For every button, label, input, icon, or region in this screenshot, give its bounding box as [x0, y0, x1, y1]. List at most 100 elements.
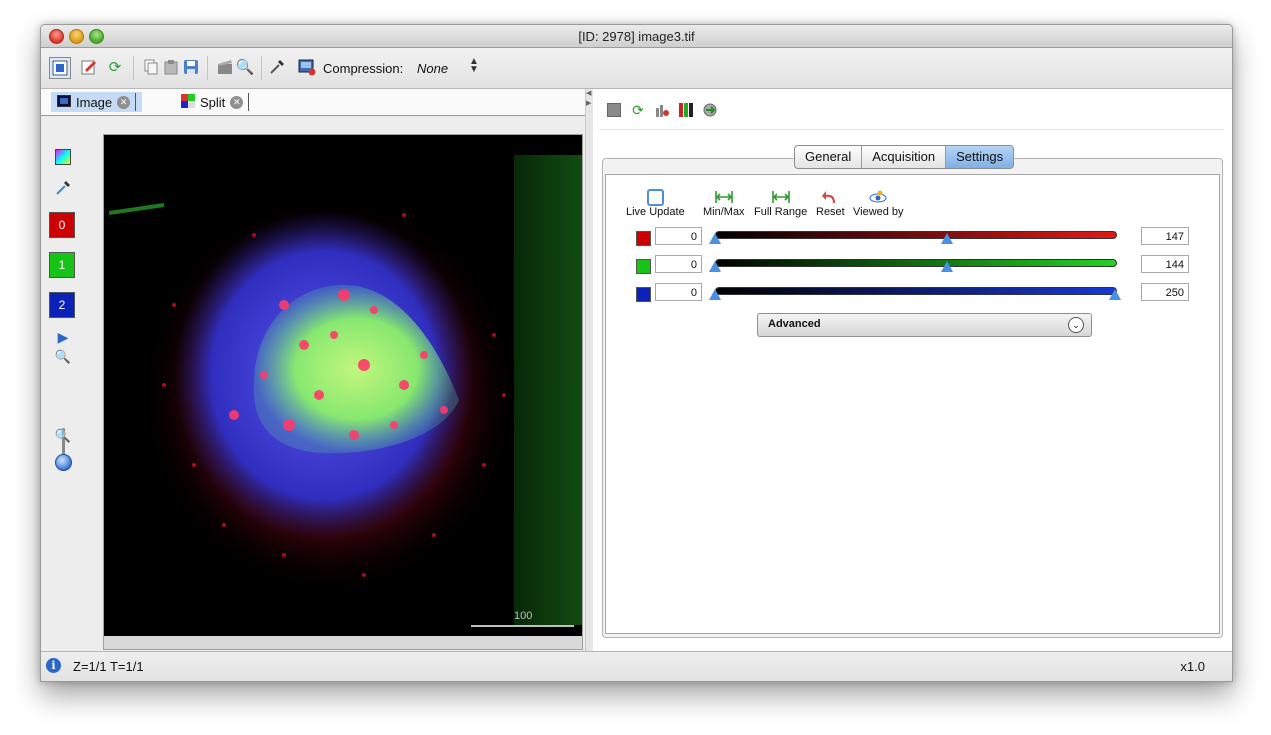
tab-divider — [135, 93, 137, 111]
tab-divider — [248, 93, 250, 111]
channel-2-range-slider[interactable] — [715, 287, 1117, 295]
color-picker-icon[interactable] — [54, 148, 72, 166]
channel-1-max-thumb[interactable] — [941, 261, 953, 272]
viewed-by-eye-icon — [853, 188, 904, 206]
metadata-tabs: General Acquisition Settings — [794, 145, 1015, 169]
channel-2-max-thumb[interactable] — [1109, 289, 1121, 300]
zoom-out-icon[interactable]: 🔍 — [54, 427, 72, 445]
channel-1-max-field[interactable]: 144 — [1141, 255, 1189, 273]
compression-icon — [297, 57, 317, 77]
image-panel: Image ✕ Split ✕ 0 1 2 ▶ 🔍 🔍 100 — [41, 89, 592, 651]
live-update-label: Live Update — [626, 206, 685, 218]
status-bar: i Z=1/1 T=1/1 x1.0 — [41, 651, 1232, 681]
renderer-panel: ⟳ General Acquisition Settings Live Upda… — [593, 89, 1232, 651]
paste-icon[interactable] — [161, 57, 181, 77]
live-update-checkbox[interactable] — [646, 188, 664, 206]
settings-content: Live Update Min/Max Full Range Reset Vie… — [605, 174, 1220, 634]
channel-0-button[interactable]: 0 — [49, 212, 75, 238]
split-tab-icon — [181, 93, 195, 111]
tab-split-label: Split — [200, 94, 226, 110]
channel-1-button[interactable]: 1 — [49, 252, 75, 278]
histogram-icon[interactable] — [653, 101, 671, 119]
minmax-icon — [703, 188, 745, 206]
channel-grid-icon[interactable] — [677, 101, 695, 119]
channel-2-max-field[interactable]: 250 — [1141, 283, 1189, 301]
eyedropper-icon[interactable] — [54, 179, 72, 197]
channel-1-min-thumb[interactable] — [709, 261, 721, 272]
reset-label: Reset — [816, 206, 845, 218]
minmax-label: Min/Max — [703, 206, 745, 218]
zoom-search-icon[interactable]: 🔍 — [235, 57, 255, 77]
expand-chevron-icon[interactable]: ⌄ — [1068, 317, 1084, 333]
pipette-icon[interactable] — [267, 57, 287, 77]
grey-square-icon[interactable] — [605, 101, 623, 119]
application-window: [ID: 2978] image3.tif ⟳ 🔍 Compression: N… — [40, 24, 1233, 682]
channel-row-0: 0 147 — [626, 227, 1192, 249]
channel-2-color-swatch[interactable] — [636, 287, 651, 302]
channel-1-min-field[interactable]: 0 — [655, 255, 702, 273]
image-canvas[interactable]: 100 — [104, 135, 582, 636]
viewer-icon[interactable] — [49, 57, 71, 79]
channel-2-button[interactable]: 2 — [49, 292, 75, 318]
main-toolbar: ⟳ 🔍 Compression: None ▲ ▼ — [41, 48, 1232, 89]
tab-image-label: Image — [76, 94, 113, 110]
tab-acquisition[interactable]: Acquisition — [862, 146, 947, 168]
advanced-section-header[interactable]: Advanced ⌄ — [757, 313, 1092, 337]
split-pane-divider[interactable]: ◀ ▶ — [585, 89, 593, 651]
image-tab-icon — [57, 94, 71, 110]
zoom-in-icon[interactable]: 🔍 — [54, 348, 72, 366]
image-tab-bar: Image ✕ Split ✕ — [41, 89, 585, 116]
z-t-position-text: Z=1/1 T=1/1 — [73, 659, 144, 674]
window-title: [ID: 2978] image3.tif — [578, 29, 695, 44]
toolbar-separator — [207, 56, 208, 80]
channel-0-max-thumb[interactable] — [941, 233, 953, 244]
viewed-by-label: Viewed by — [853, 206, 904, 218]
copy-icon[interactable] — [141, 57, 161, 77]
channel-1-range-slider[interactable] — [715, 259, 1117, 267]
channel-row-2: 0 250 — [626, 283, 1192, 305]
channel-0-min-thumb[interactable] — [709, 233, 721, 244]
tab-image[interactable]: Image ✕ — [51, 92, 143, 112]
tab-split[interactable]: Split ✕ — [175, 92, 255, 112]
tab-settings[interactable]: Settings — [946, 146, 1014, 168]
toolbar-separator — [133, 56, 134, 80]
live-update-control[interactable]: Live Update — [626, 188, 685, 218]
full-range-button[interactable]: Full Range — [754, 188, 807, 218]
viewed-by-button[interactable]: Viewed by — [853, 188, 904, 218]
compression-select[interactable]: None — [417, 61, 448, 76]
channel-0-max-field[interactable]: 147 — [1141, 227, 1189, 245]
zoom-slider-knob[interactable] — [55, 454, 72, 471]
channel-2-min-thumb[interactable] — [709, 289, 721, 300]
minmax-button[interactable]: Min/Max — [703, 188, 745, 218]
channel-0-range-slider[interactable] — [715, 231, 1117, 239]
channel-0-color-swatch[interactable] — [636, 231, 651, 246]
image-tools-sidebar: 0 1 2 ▶ 🔍 🔍 — [41, 116, 103, 651]
collapse-right-arrow-icon[interactable]: ▶ — [586, 99, 591, 107]
close-tab-image-icon[interactable]: ✕ — [117, 95, 131, 109]
toolbar-separator — [261, 56, 262, 80]
tab-general[interactable]: General — [795, 146, 863, 168]
channel-row-1: 0 144 — [626, 255, 1192, 277]
apply-to-all-icon[interactable] — [701, 101, 719, 119]
microscopy-image — [104, 135, 582, 636]
close-tab-split-icon[interactable]: ✕ — [230, 95, 244, 109]
edit-icon[interactable] — [79, 57, 99, 77]
reset-arrow-icon — [816, 188, 845, 206]
zoom-level-text: x1.0 — [1180, 659, 1205, 674]
reset-button[interactable]: Reset — [816, 188, 845, 218]
info-icon[interactable]: i — [46, 658, 61, 673]
save-icon[interactable] — [181, 57, 201, 77]
collapse-left-arrow-icon[interactable]: ◀ — [586, 89, 591, 97]
full-range-icon — [754, 188, 807, 206]
channel-0-min-field[interactable]: 0 — [655, 227, 702, 245]
refresh-settings-icon[interactable]: ⟳ — [629, 101, 647, 119]
advanced-label: Advanced — [768, 318, 821, 330]
title-bar[interactable]: [ID: 2978] image3.tif — [41, 25, 1232, 48]
channel-1-color-swatch[interactable] — [636, 259, 651, 274]
compression-dropdown-arrow-icon[interactable]: ▲ ▼ — [469, 57, 479, 75]
refresh-icon[interactable]: ⟳ — [105, 57, 125, 77]
movie-icon[interactable] — [215, 57, 235, 77]
play-icon[interactable]: ▶ — [54, 328, 72, 346]
full-range-label: Full Range — [754, 206, 808, 218]
channel-2-min-field[interactable]: 0 — [655, 283, 702, 301]
